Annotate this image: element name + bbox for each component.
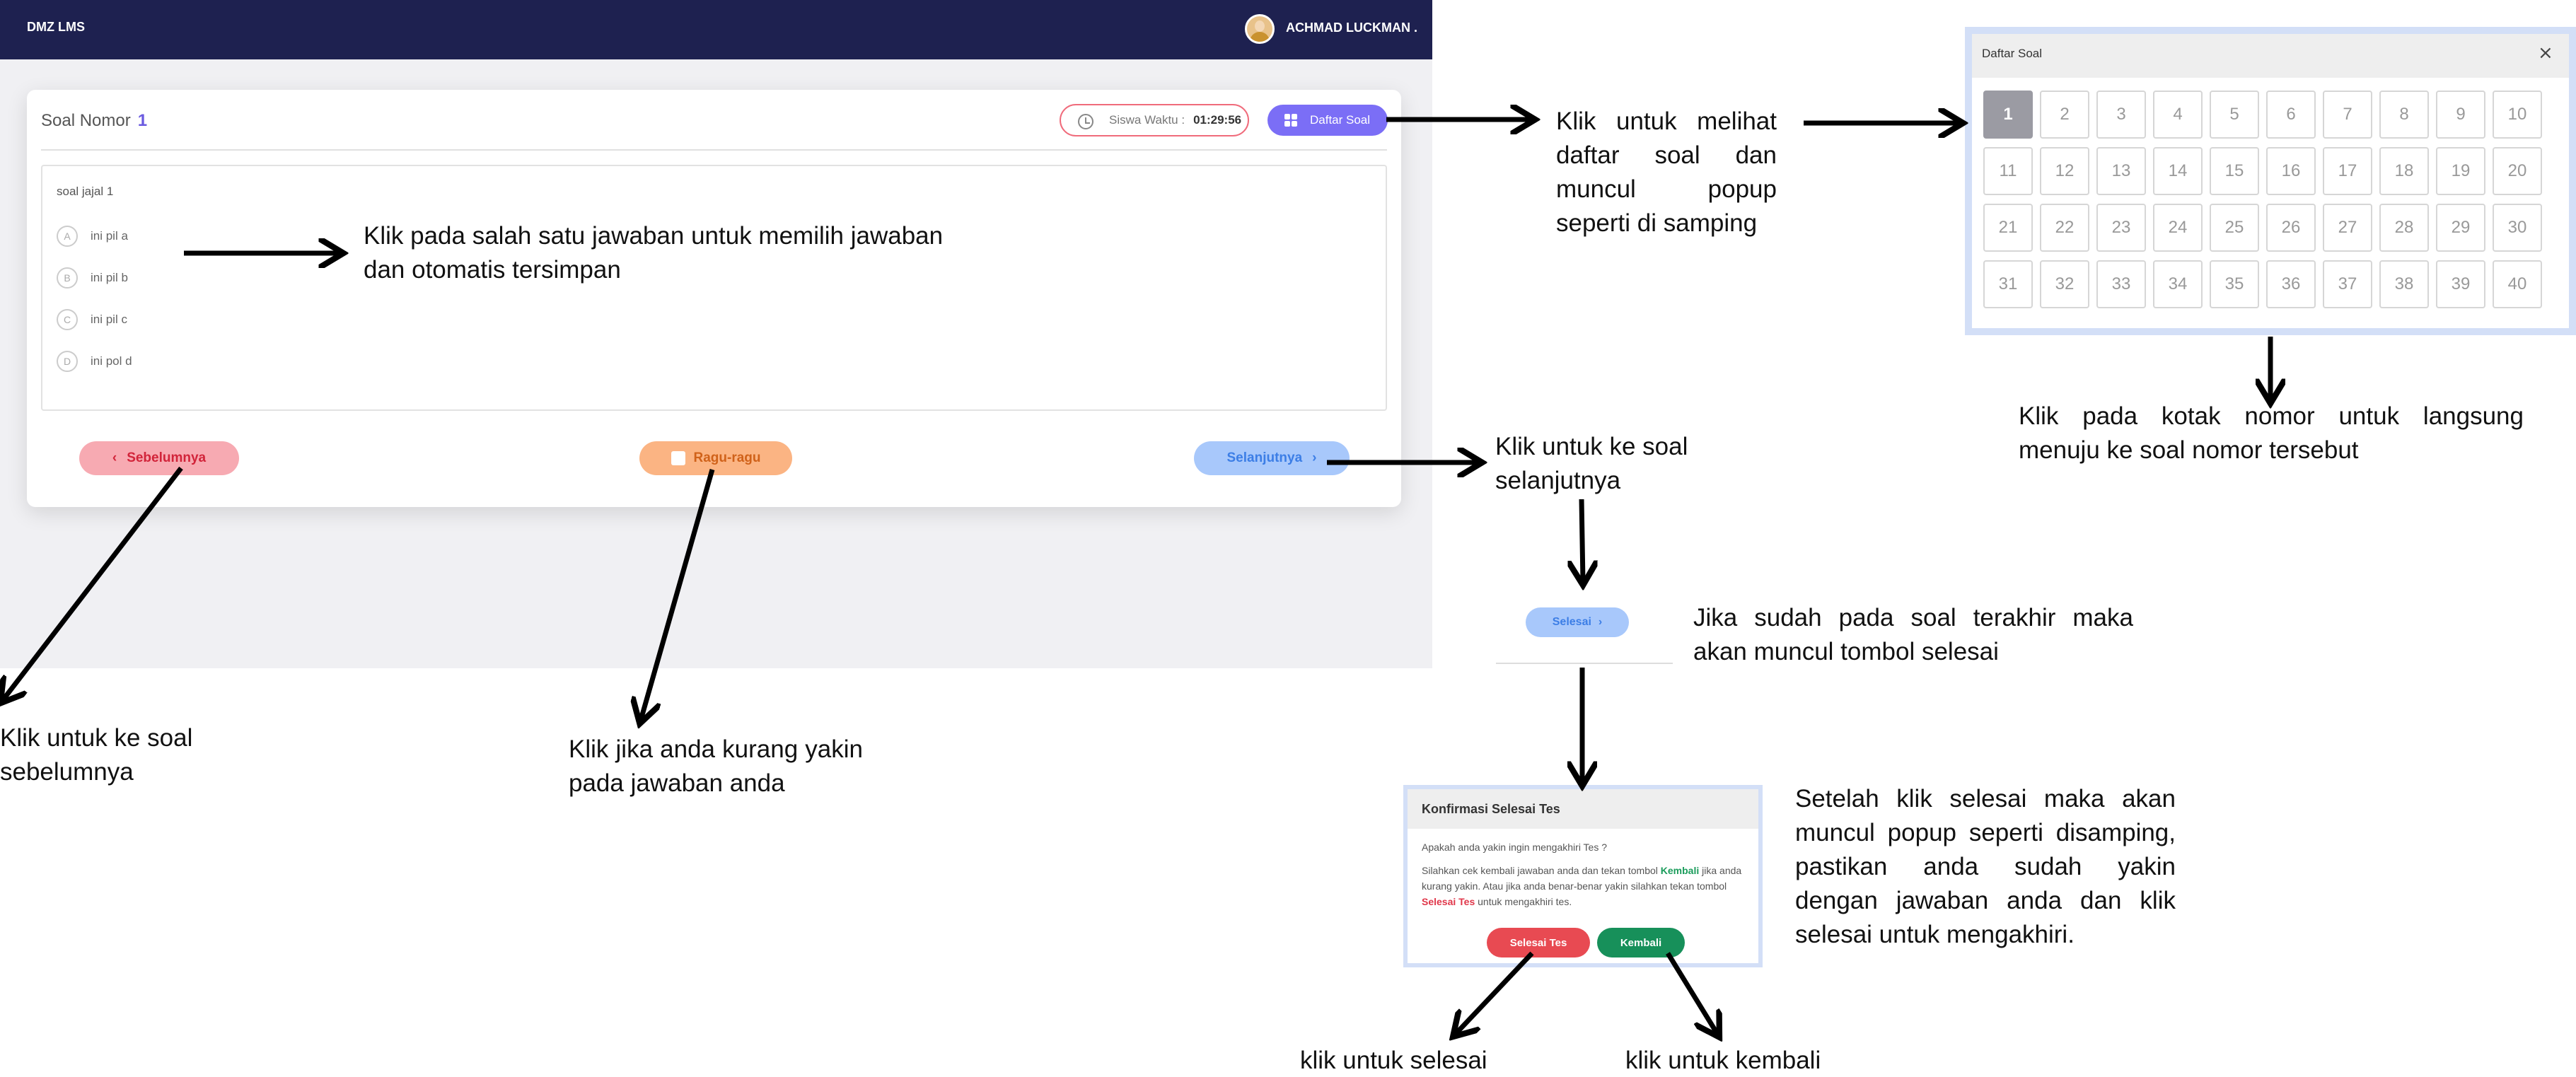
arrow-sebelumnya: [3, 466, 183, 700]
arrow-selesai-tes: [1456, 951, 1534, 1034]
annotation-arrows: [0, 0, 2576, 1077]
arrow-ragu: [641, 469, 715, 720]
arrow-selesai-show: [1582, 499, 1583, 581]
arrow-kembali: [1666, 952, 1717, 1034]
